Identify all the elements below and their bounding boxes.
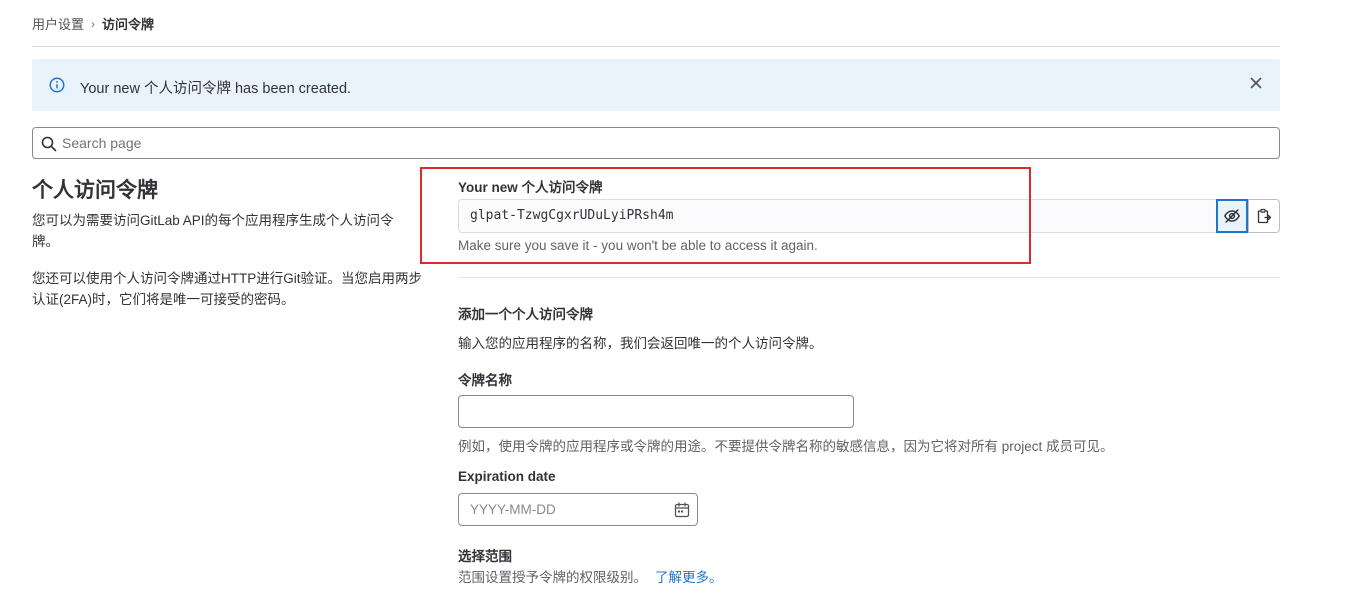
calendar-icon[interactable] <box>674 502 690 518</box>
page-title: 个人访问令牌 <box>32 179 158 202</box>
new-token-field[interactable]: glpat-TzwgCgxrUDuLyiPRsh4m <box>458 199 1216 233</box>
breadcrumb-user-settings[interactable]: 用户设置 <box>32 14 84 33</box>
breadcrumb-separator: › <box>91 16 96 31</box>
search-icon <box>41 136 57 152</box>
new-token-help: Make sure you save it - you won't be abl… <box>458 238 818 253</box>
token-name-input[interactable] <box>458 395 854 428</box>
token-name-help: 例如，使用令牌的应用程序或令牌的用途。不要提供令牌名称的敏感信息，因为它将对所有… <box>458 439 1114 454</box>
new-token-value[interactable]: glpat-TzwgCgxrUDuLyiPRsh4m <box>470 208 674 223</box>
scopes-label: 选择范围 <box>458 549 512 564</box>
clipboard-icon <box>1257 208 1272 224</box>
scopes-description-text: 范围设置授予令牌的权限级别。 <box>458 570 647 585</box>
copy-token-button[interactable] <box>1248 199 1280 233</box>
learn-more-link[interactable]: 了解更多。 <box>655 570 723 585</box>
token-created-alert: Your new 个人访问令牌 has been created. <box>32 59 1280 111</box>
add-token-title: 添加一个个人访问令牌 <box>458 307 593 322</box>
toggle-token-visibility-button[interactable] <box>1216 199 1248 233</box>
breadcrumb-access-tokens[interactable]: 访问令牌 <box>102 14 154 33</box>
breadcrumb: 用户设置 › 访问令牌 <box>32 14 154 33</box>
new-token-label: Your new 个人访问令牌 <box>458 180 603 195</box>
search-input[interactable] <box>60 128 1260 158</box>
token-name-label: 令牌名称 <box>458 373 512 388</box>
close-icon <box>1250 77 1262 89</box>
tokens-description: 您可以为需要访问GitLab API的每个应用程序生成个人访问令牌。 <box>32 213 394 249</box>
info-icon <box>49 77 65 93</box>
tokens-git-description: 您还可以使用个人访问令牌通过HTTP进行Git验证。当您启用两步认证(2FA)时… <box>32 271 422 307</box>
expiration-date-label: Expiration date <box>458 469 556 484</box>
alert-message: Your new 个人访问令牌 has been created. <box>80 81 352 97</box>
search-page-box <box>32 127 1280 159</box>
scopes-description: 范围设置授予令牌的权限级别。 了解更多。 <box>458 566 723 586</box>
section-divider <box>458 277 1280 278</box>
eye-slash-icon <box>1223 209 1241 223</box>
header-divider <box>32 46 1280 47</box>
expiration-date-field[interactable] <box>458 493 698 526</box>
add-token-description: 输入您的应用程序的名称，我们会返回唯一的个人访问令牌。 <box>458 336 823 351</box>
alert-close-button[interactable] <box>1246 73 1266 93</box>
expiration-date-input[interactable] <box>470 502 660 517</box>
